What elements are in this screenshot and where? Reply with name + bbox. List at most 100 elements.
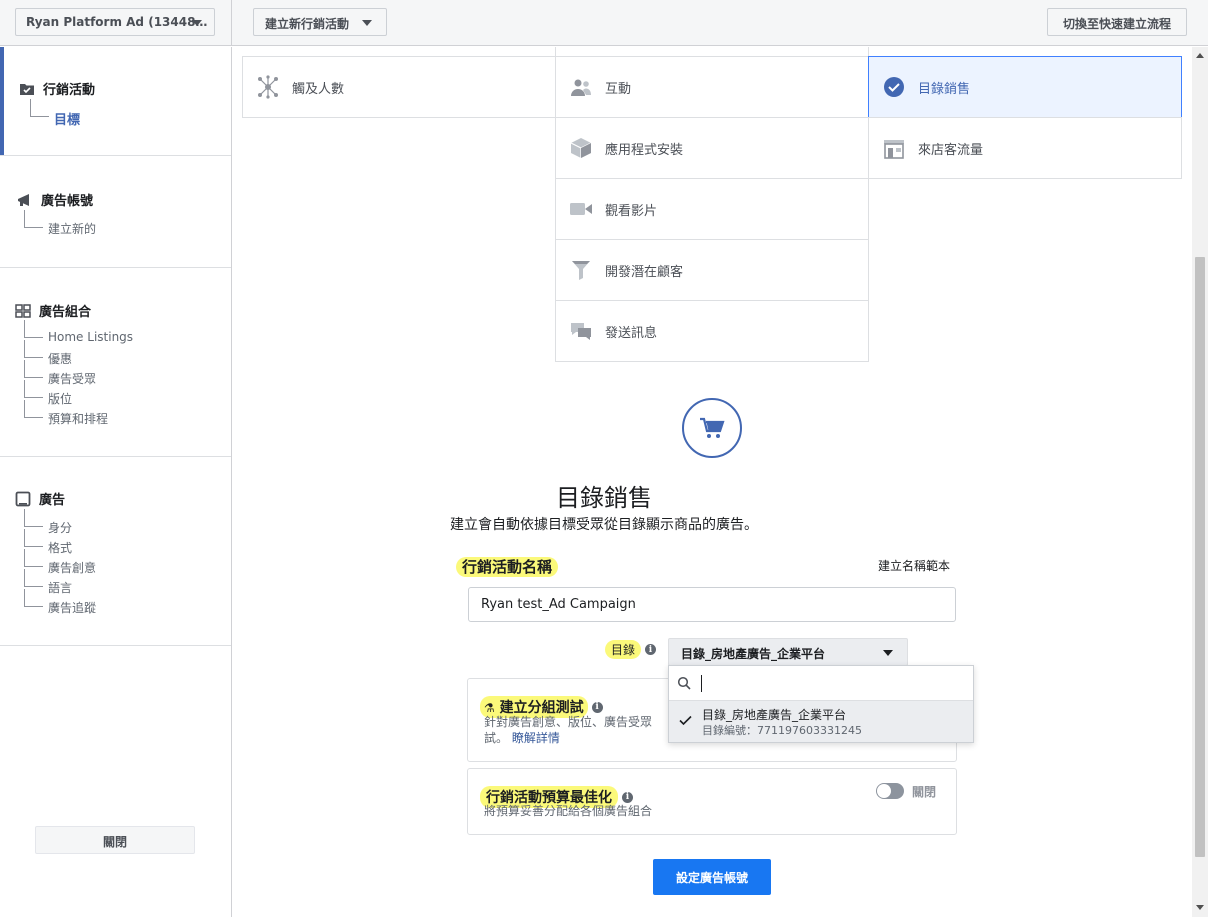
objective-video-views[interactable]: 觀看影片: [555, 178, 869, 240]
folder-check-icon: [20, 83, 34, 95]
sidebar-item-label: 廣告追蹤: [48, 601, 97, 615]
sidebar-item-label: 格式: [48, 541, 73, 555]
objective-messages-label: 發送訊息: [605, 325, 658, 341]
cbo-toggle-label: 關閉: [912, 785, 937, 799]
catalog-search[interactable]: [669, 666, 973, 701]
sidebar-ad-set-title: 廣告組合: [39, 305, 92, 320]
objective-app-installs-label: 應用程式安裝: [605, 142, 684, 158]
top-bar: Ryan Platform Ad (13448… 建立新行銷活動 切換至快速建立…: [0, 0, 1208, 46]
catalog-search-input[interactable]: [701, 675, 941, 692]
objective-lead-generation-label: 開發潛在顧客: [605, 264, 684, 280]
chevron-down-icon: [362, 20, 372, 26]
sidebar-ad-account-title: 廣告帳號: [41, 194, 94, 209]
scrollbar[interactable]: [1192, 47, 1208, 917]
catalog-label-text: 目錄: [605, 640, 642, 659]
objective-messages[interactable]: 發送訊息: [555, 300, 869, 362]
chevron-down-icon: [192, 20, 202, 26]
info-icon[interactable]: i: [645, 644, 657, 655]
funnel-icon: [569, 258, 593, 282]
objective-video-views-label: 觀看影片: [605, 203, 658, 219]
catalog-select[interactable]: 目錄_房地產廣告_企業平台: [668, 638, 908, 666]
objective-reach-label: 觸及人數: [292, 81, 345, 97]
active-indicator: [0, 47, 4, 155]
learn-more-link[interactable]: 瞭解詳情: [512, 731, 560, 745]
sidebar-item-label: 預算和排程: [48, 412, 109, 426]
cbo-box: 行銷活動預算最佳化 i 將預算妥善分配給各個廣告組合 關閉: [467, 768, 957, 835]
objective-catalog-sales[interactable]: 目錄銷售: [868, 56, 1182, 118]
chat-bubbles-icon: [569, 319, 593, 343]
sidebar-item-label: 版位: [48, 392, 73, 406]
catalog-option-name: 目錄_房地產廣告_企業平台: [702, 708, 847, 722]
campaign-name-label-text: 行銷活動名稱: [456, 557, 559, 577]
sidebar-item-label: 語言: [48, 581, 73, 595]
sidebar-campaign-title: 行銷活動: [43, 83, 96, 98]
sidebar-item-label: 優惠: [48, 352, 73, 366]
objective-description: 建立會自動依據目標受眾從目錄顯示商品的廣告。: [450, 517, 758, 533]
check-circle-icon: [882, 75, 906, 99]
objective-title: 目錄銷售: [556, 484, 652, 512]
reach-icon: [256, 75, 280, 99]
info-icon[interactable]: i: [622, 791, 633, 803]
cbo-description: 將預算妥善分配給各個廣告組合: [484, 804, 653, 818]
account-selector[interactable]: Ryan Platform Ad (13448…: [15, 8, 215, 36]
search-icon: [677, 676, 691, 690]
objective-reach[interactable]: 觸及人數: [242, 56, 556, 118]
sidebar-section-ad-set[interactable]: 廣告組合 Home Listings 優惠 廣告受眾 版位 預算和排程: [0, 268, 231, 457]
sidebar-campaign-header[interactable]: 行銷活動: [19, 79, 95, 98]
sidebar-item-budget-schedule[interactable]: 預算和排程: [24, 400, 109, 430]
cbo-toggle[interactable]: [876, 783, 904, 799]
sidebar-item-label: 廣告創意: [48, 561, 97, 575]
sidebar-item-label: 廣告受眾: [48, 372, 97, 386]
objective-engagement[interactable]: 互動: [555, 56, 869, 118]
objective-store-traffic[interactable]: 來店客流量: [868, 117, 1182, 179]
sidebar-item-label: 目標: [54, 113, 81, 128]
sidebar-item-label: Home Listings: [48, 330, 134, 344]
check-icon: [679, 715, 692, 726]
campaign-name-label: 行銷活動名稱: [456, 556, 559, 577]
catalog-option-id: 目錄編號：771197603331245: [702, 724, 862, 737]
flask-icon: ⚗: [484, 701, 495, 715]
scroll-up-icon[interactable]: [1196, 53, 1204, 58]
account-selector-label: Ryan Platform Ad (13448…: [26, 15, 208, 29]
megaphone-icon: [18, 193, 29, 206]
create-name-template-link[interactable]: 建立名稱範本: [878, 557, 950, 574]
split-test-description: 針對廣告創意、版位、廣告受眾 試。 瞭解詳情: [484, 714, 652, 746]
split-test-desc-line2: 試。 瞭解詳情: [484, 730, 652, 746]
catalog-select-value: 目錄_房地產廣告_企業平台: [681, 647, 826, 661]
storefront-icon: [882, 136, 906, 160]
set-ad-account-button[interactable]: 設定廣告帳號: [653, 859, 771, 895]
chevron-down-icon: [883, 650, 893, 656]
scrollbar-thumb[interactable]: [1195, 257, 1205, 857]
topbar-account-area: Ryan Platform Ad (13448…: [0, 0, 232, 46]
objective-app-installs[interactable]: 應用程式安裝: [555, 117, 869, 179]
sidebar-close-button[interactable]: 關閉: [35, 826, 195, 854]
campaign-name-input[interactable]: Ryan test_Ad Campaign: [468, 587, 956, 622]
catalog-dropdown: 目錄_房地產廣告_企業平台 目錄編號：771197603331245: [668, 665, 974, 743]
switch-quick-flow-button[interactable]: 切換至快速建立流程: [1047, 8, 1187, 36]
split-test-desc-line2-text: 試。: [484, 731, 509, 745]
catalog-option[interactable]: 目錄_房地產廣告_企業平台 目錄編號：771197603331245: [669, 701, 973, 742]
split-test-desc-line1: 針對廣告創意、版位、廣告受眾: [484, 715, 653, 729]
sidebar-ad-set-header[interactable]: 廣告組合: [15, 301, 91, 320]
info-icon[interactable]: i: [591, 701, 603, 713]
sidebar-ad-account-header[interactable]: 廣告帳號: [17, 190, 93, 209]
sidebar-item-label: 建立新的: [48, 222, 97, 236]
scroll-down-icon[interactable]: [1196, 905, 1204, 910]
sidebar-item-create-new[interactable]: 建立新的: [24, 210, 97, 240]
catalog-label: 目錄 i: [605, 640, 657, 659]
objective-catalog-sales-label: 目錄銷售: [918, 81, 971, 97]
video-camera-icon: [569, 197, 593, 221]
sidebar-item-objective[interactable]: 目標: [30, 99, 81, 129]
grid-icon: [15, 303, 31, 318]
objective-lead-generation[interactable]: 開發潛在顧客: [555, 239, 869, 301]
people-icon: [569, 75, 593, 99]
objective-store-traffic-label: 來店客流量: [918, 142, 984, 158]
sidebar-item-tracking[interactable]: 廣告追蹤: [24, 589, 97, 619]
objective-engagement-label: 互動: [605, 81, 632, 97]
shopping-cart-icon: [682, 398, 742, 458]
sidebar-section-ad-account[interactable]: 廣告帳號 建立新的: [0, 156, 231, 268]
box-icon: [569, 136, 593, 160]
new-campaign-label: 建立新行銷活動: [265, 17, 350, 31]
new-campaign-button[interactable]: 建立新行銷活動: [253, 8, 387, 36]
sidebar-section-campaign[interactable]: 行銷活動 目標: [0, 47, 231, 156]
